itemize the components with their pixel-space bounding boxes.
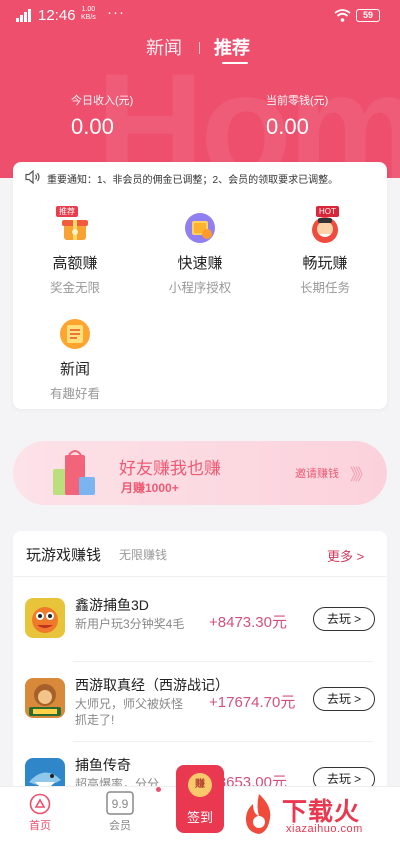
speaker-icon (25, 169, 41, 187)
game-name: 捕鱼传奇 (75, 757, 131, 773)
game-name: 西游取真经（西游战记） (75, 677, 229, 693)
play-button[interactable]: 去玩 > (313, 607, 375, 631)
current-change[interactable]: 当前零钱(元) 0.00 (266, 92, 328, 140)
feature-subtitle: 奖金无限 (49, 281, 100, 295)
more-status-icon: ··· (107, 4, 125, 21)
coin-stack-icon (184, 212, 216, 244)
invite-banner[interactable]: 好友赚我也赚 月赚1000+ 邀请赚钱 》》 (13, 441, 387, 505)
home-icon (29, 793, 51, 815)
feature-title: 高额赚 (52, 255, 98, 272)
features-card: 重要通知：1、非会员的佣金已调整；2、会员的领取要求已调整。 推荐 高额赚 奖金… (13, 162, 387, 409)
game-description: 大师兄，师父被妖怪抓走了! (75, 697, 184, 727)
battery-icon: 59 (356, 9, 380, 22)
gift-box-icon: 推荐 (56, 206, 91, 244)
network-speed: 1.00 KB/s (81, 6, 96, 22)
site-watermark-logo: 下载火 xiazaihuo.com (234, 790, 394, 840)
signin-button[interactable]: 赚 签到 (176, 765, 224, 833)
banner-title: 好友赚我也赚 (119, 459, 221, 478)
feature-news[interactable]: 新闻 有趣好看 (25, 318, 125, 402)
feature-high-earn[interactable]: 推荐 高额赚 奖金无限 (25, 206, 125, 296)
games-section-title: 玩游戏赚钱 (26, 547, 102, 564)
fire-logo-icon (238, 792, 280, 841)
earn-coin-icon: 赚 (188, 773, 212, 797)
feature-title: 新闻 (59, 361, 90, 378)
game-list-item[interactable]: 西游取真经（西游战记） 大师兄，师父被妖怪抓走了! +17674.70元 去玩 … (13, 662, 387, 742)
games-section-subtitle: 无限赚钱 (119, 548, 168, 562)
tab-recommend[interactable]: 推荐 (214, 34, 250, 60)
nav-member[interactable]: 9.9 会员 (90, 787, 161, 833)
monkey-king-icon (25, 678, 65, 718)
income-today-value: 0.00 (71, 114, 114, 139)
speed-unit: KB/s (81, 14, 96, 21)
fish-game-icon (25, 598, 65, 638)
notification-dot (156, 787, 161, 792)
double-chevron-right-icon: 》》 (350, 467, 371, 484)
news-icon (59, 318, 91, 350)
banner-subtitle: 月赚1000+ (121, 481, 179, 495)
feature-subtitle: 有趣好看 (49, 387, 100, 401)
game-name: 鑫游捕鱼3D (75, 597, 149, 613)
tab-separator (199, 42, 200, 54)
current-change-label: 当前零钱(元) (266, 95, 329, 107)
signin-label: 签到 (186, 810, 213, 825)
game-reward: +17674.70元 (209, 694, 296, 711)
header-tabs: 新闻 推荐 (0, 34, 400, 64)
income-today[interactable]: 今日收入(元) 0.00 (71, 92, 133, 140)
nav-home-label: 首页 (29, 820, 51, 832)
recommend-badge: 推荐 (56, 206, 78, 217)
active-tab-indicator (222, 62, 248, 64)
status-time: 12:46 (38, 7, 76, 24)
member-icon: 9.9 (106, 787, 161, 815)
invite-link[interactable]: 邀请赚钱 (295, 465, 339, 481)
current-change-value: 0.00 (266, 114, 309, 139)
gift-bags-icon (47, 447, 103, 504)
play-button[interactable]: 去玩 > (313, 687, 375, 711)
nav-home[interactable]: 首页 (10, 787, 70, 833)
games-more-link[interactable]: 更多 > (327, 546, 364, 565)
nav-member-label: 会员 (109, 820, 131, 832)
status-bar: 12:46 1.00 KB/s ··· 59 (0, 0, 400, 32)
signal-icon (16, 9, 34, 26)
fortune-god-icon: HOT (309, 206, 341, 244)
game-reward: +8473.30元 (209, 614, 287, 631)
logo-url: xiazaihuo.com (286, 823, 363, 835)
feature-title: 畅玩赚 (302, 255, 348, 272)
feature-title: 快速赚 (177, 255, 223, 272)
hot-badge: HOT (316, 206, 339, 217)
svg-text:9.9: 9.9 (112, 797, 129, 811)
game-description: 新用户玩3分钟奖4毛 (75, 617, 185, 631)
feature-subtitle: 小程序授权 (168, 281, 232, 295)
section-divider (13, 576, 387, 577)
feature-quick-earn[interactable]: 快速赚 小程序授权 (150, 212, 250, 296)
feature-subtitle: 长期任务 (299, 281, 350, 295)
feature-play-earn[interactable]: HOT 畅玩赚 长期任务 (275, 206, 375, 296)
notice-text: 重要通知：1、非会员的佣金已调整；2、会员的领取要求已调整。 (47, 175, 339, 186)
speed-value: 1.00 (81, 6, 96, 13)
tab-news[interactable]: 新闻 (146, 34, 182, 60)
game-list-item[interactable]: 鑫游捕鱼3D 新用户玩3分钟奖4毛 +8473.30元 去玩 > (13, 582, 387, 662)
income-today-label: 今日收入(元) (71, 95, 134, 107)
wifi-icon (334, 9, 351, 26)
header: Hom 12:46 1.00 KB/s ··· 59 新闻 推荐 今日收入(元)… (0, 0, 400, 178)
